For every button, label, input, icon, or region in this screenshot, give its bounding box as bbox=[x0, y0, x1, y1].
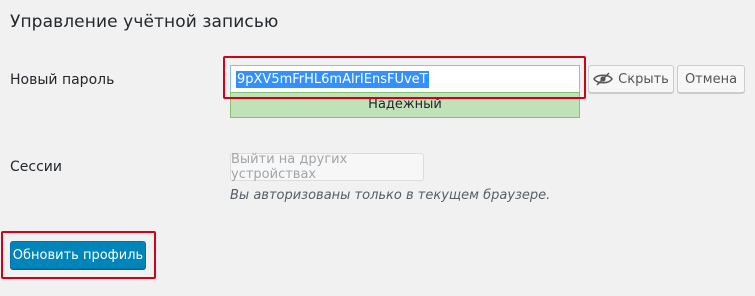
hide-password-label: Скрыть bbox=[618, 71, 669, 87]
password-highlight-annotation bbox=[223, 56, 586, 99]
cancel-button[interactable]: Отмена bbox=[677, 65, 745, 93]
section-title: Управление учётной записью bbox=[10, 12, 279, 32]
sessions-note: Вы авторизованы только в текущем браузер… bbox=[230, 188, 551, 203]
update-highlight-annotation bbox=[1, 231, 156, 279]
hide-password-button[interactable]: Скрыть bbox=[588, 65, 674, 93]
eye-slash-icon bbox=[593, 72, 614, 86]
sessions-label: Сессии bbox=[10, 159, 62, 175]
logout-other-devices-button[interactable]: Выйти на других устройствах bbox=[230, 152, 424, 182]
new-password-label: Новый пароль bbox=[10, 72, 115, 88]
